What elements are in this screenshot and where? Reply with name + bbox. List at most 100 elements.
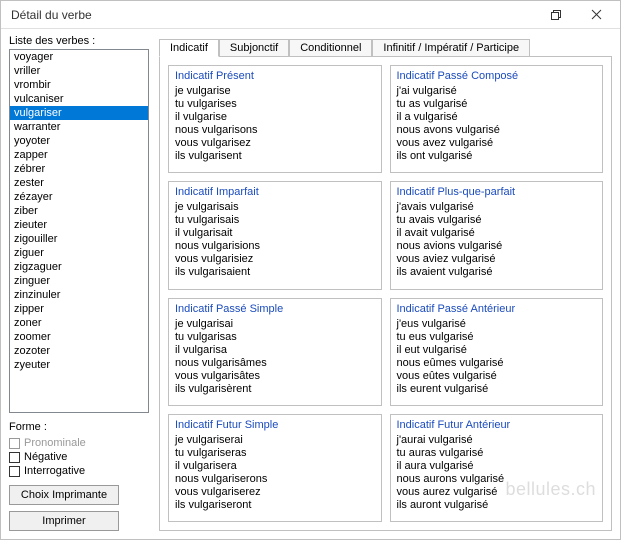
tense-title: Indicatif Futur Antérieur xyxy=(397,419,597,432)
checkbox-box xyxy=(9,466,20,477)
conjugation-line: ils vulgarisent xyxy=(175,150,375,163)
window-title: Détail du verbe xyxy=(11,8,536,22)
list-item[interactable]: warranter xyxy=(10,120,148,134)
tense-box: Indicatif Plus-que-parfait j'avais vulgar… xyxy=(390,181,604,289)
right-panel: IndicatifSubjonctifConditionnelInfinitif… xyxy=(149,35,612,531)
list-item[interactable]: vrombir xyxy=(10,78,148,92)
list-item[interactable]: zester xyxy=(10,176,148,190)
list-item[interactable]: ziber xyxy=(10,204,148,218)
conjugation-line: vous vulgarisiez xyxy=(175,253,375,266)
list-item[interactable]: zozoter xyxy=(10,344,148,358)
list-item[interactable]: vulgariser xyxy=(10,106,148,120)
tense-box: Indicatif Passé Antérieur j'eus vulgarisé… xyxy=(390,298,604,406)
tense-title: Indicatif Passé Composé xyxy=(397,70,597,83)
list-item[interactable]: zébrer xyxy=(10,162,148,176)
conjugation-line: vous aurez vulgarisé xyxy=(397,486,597,499)
list-item[interactable]: zieuter xyxy=(10,218,148,232)
restore-icon[interactable] xyxy=(536,3,576,27)
checkbox-box xyxy=(9,438,20,449)
list-item[interactable]: zyeuter xyxy=(10,358,148,372)
close-icon[interactable] xyxy=(576,3,616,27)
tab-conditionnel[interactable]: Conditionnel xyxy=(289,39,372,56)
conjugation-line: ils eurent vulgarisé xyxy=(397,383,597,396)
forme-label: Forme : xyxy=(9,421,149,433)
conjugation-line: tu vulgarisais xyxy=(175,214,375,227)
conjugation-line: vous aviez vulgarisé xyxy=(397,253,597,266)
verb-list[interactable]: voyagervrillervrombirvulcaniservulgarise… xyxy=(9,49,149,413)
list-item[interactable]: yoyoter xyxy=(10,134,148,148)
conjugation-line: il vulgarisa xyxy=(175,344,375,357)
conjugation-line: nous aurons vulgarisé xyxy=(397,473,597,486)
checkbox-label: Négative xyxy=(24,451,67,463)
conjugation-line: nous avons vulgarisé xyxy=(397,124,597,137)
content-area: Liste des verbes : voyagervrillervrombir… xyxy=(1,29,620,539)
conjugation-line: tu vulgariseras xyxy=(175,447,375,460)
print-button[interactable]: Imprimer xyxy=(9,511,119,531)
titlebar: Détail du verbe xyxy=(1,1,620,29)
conjugation-line: je vulgarisai xyxy=(175,318,375,331)
conjugation-line: ils avaient vulgarisé xyxy=(397,266,597,279)
tense-box: Indicatif Futur Antérieur j'aurai vulgari… xyxy=(390,414,604,522)
conjugation-line: nous vulgarisons xyxy=(175,124,375,137)
list-item[interactable]: zigouiller xyxy=(10,232,148,246)
printer-choice-button[interactable]: Choix Imprimante xyxy=(9,485,119,505)
checkbox-box xyxy=(9,452,20,463)
conjugation-line: tu auras vulgarisé xyxy=(397,447,597,460)
conjugation-line: ils vulgarisaient xyxy=(175,266,375,279)
conjugation-line: il aura vulgarisé xyxy=(397,460,597,473)
conjugation-line: j'aurai vulgarisé xyxy=(397,434,597,447)
verb-list-label: Liste des verbes : xyxy=(9,35,149,47)
list-item[interactable]: zipper xyxy=(10,302,148,316)
checkbox-pronominal: Pronominale xyxy=(9,437,149,449)
tab-infinitif-imp-ratif-participe[interactable]: Infinitif / Impératif / Participe xyxy=(372,39,530,56)
list-item[interactable]: zigzaguer xyxy=(10,260,148,274)
list-item[interactable]: zapper xyxy=(10,148,148,162)
list-item[interactable]: zinzinuler xyxy=(10,288,148,302)
tab-subjonctif[interactable]: Subjonctif xyxy=(219,39,289,56)
conjugation-line: vous eûtes vulgarisé xyxy=(397,370,597,383)
conjugation-line: tu avais vulgarisé xyxy=(397,214,597,227)
list-item[interactable]: zoomer xyxy=(10,330,148,344)
conjugation-line: vous vulgariserez xyxy=(175,486,375,499)
list-item[interactable]: voyager xyxy=(10,50,148,64)
conjugation-line: tu vulgarises xyxy=(175,98,375,111)
list-item[interactable]: zinguer xyxy=(10,274,148,288)
conjugation-line: il eut vulgarisé xyxy=(397,344,597,357)
tab-bar: IndicatifSubjonctifConditionnelInfinitif… xyxy=(159,35,612,57)
conjugation-line: il vulgarisait xyxy=(175,227,375,240)
conjugation-line: vous avez vulgarisé xyxy=(397,137,597,150)
conjugation-line: je vulgarisais xyxy=(175,201,375,214)
conjugation-line: ils ont vulgarisé xyxy=(397,150,597,163)
conjugation-line: j'avais vulgarisé xyxy=(397,201,597,214)
conjugation-line: je vulgariserai xyxy=(175,434,375,447)
tense-box: Indicatif Passé Composé j'ai vulgarisétu … xyxy=(390,65,604,173)
conjugation-line: tu as vulgarisé xyxy=(397,98,597,111)
forme-group: Forme : Pronominale Négative Interrogati… xyxy=(9,421,149,479)
checkbox-interrogative[interactable]: Interrogative xyxy=(9,465,149,477)
conjugation-line: il vulgarise xyxy=(175,111,375,124)
checkbox-label: Pronominale xyxy=(24,437,86,449)
tense-title: Indicatif Plus-que-parfait xyxy=(397,186,597,199)
checkbox-negative[interactable]: Négative xyxy=(9,451,149,463)
left-panel: Liste des verbes : voyagervrillervrombir… xyxy=(9,35,149,531)
list-item[interactable]: ziguer xyxy=(10,246,148,260)
tense-title: Indicatif Passé Antérieur xyxy=(397,303,597,316)
list-item[interactable]: zoner xyxy=(10,316,148,330)
conjugation-line: j'ai vulgarisé xyxy=(397,85,597,98)
conjugation-line: j'eus vulgarisé xyxy=(397,318,597,331)
list-item[interactable]: vulcaniser xyxy=(10,92,148,106)
tense-title: Indicatif Présent xyxy=(175,70,375,83)
tab-page-indicatif: Indicatif Présentje vulgarisetu vulgaris… xyxy=(159,57,612,531)
conjugation-line: nous vulgarisâmes xyxy=(175,357,375,370)
conjugation-line: il avait vulgarisé xyxy=(397,227,597,240)
conjugation-line: nous avions vulgarisé xyxy=(397,240,597,253)
conjugation-line: il a vulgarisé xyxy=(397,111,597,124)
tense-box: Indicatif Imparfaitje vulgarisaistu vulg… xyxy=(168,181,382,289)
list-item[interactable]: vriller xyxy=(10,64,148,78)
conjugation-line: vous vulgarisez xyxy=(175,137,375,150)
tab-indicatif[interactable]: Indicatif xyxy=(159,39,219,57)
conjugation-line: nous vulgariserons xyxy=(175,473,375,486)
conjugation-line: tu vulgarisas xyxy=(175,331,375,344)
list-item[interactable]: zézayer xyxy=(10,190,148,204)
conjugation-line: nous eûmes vulgarisé xyxy=(397,357,597,370)
